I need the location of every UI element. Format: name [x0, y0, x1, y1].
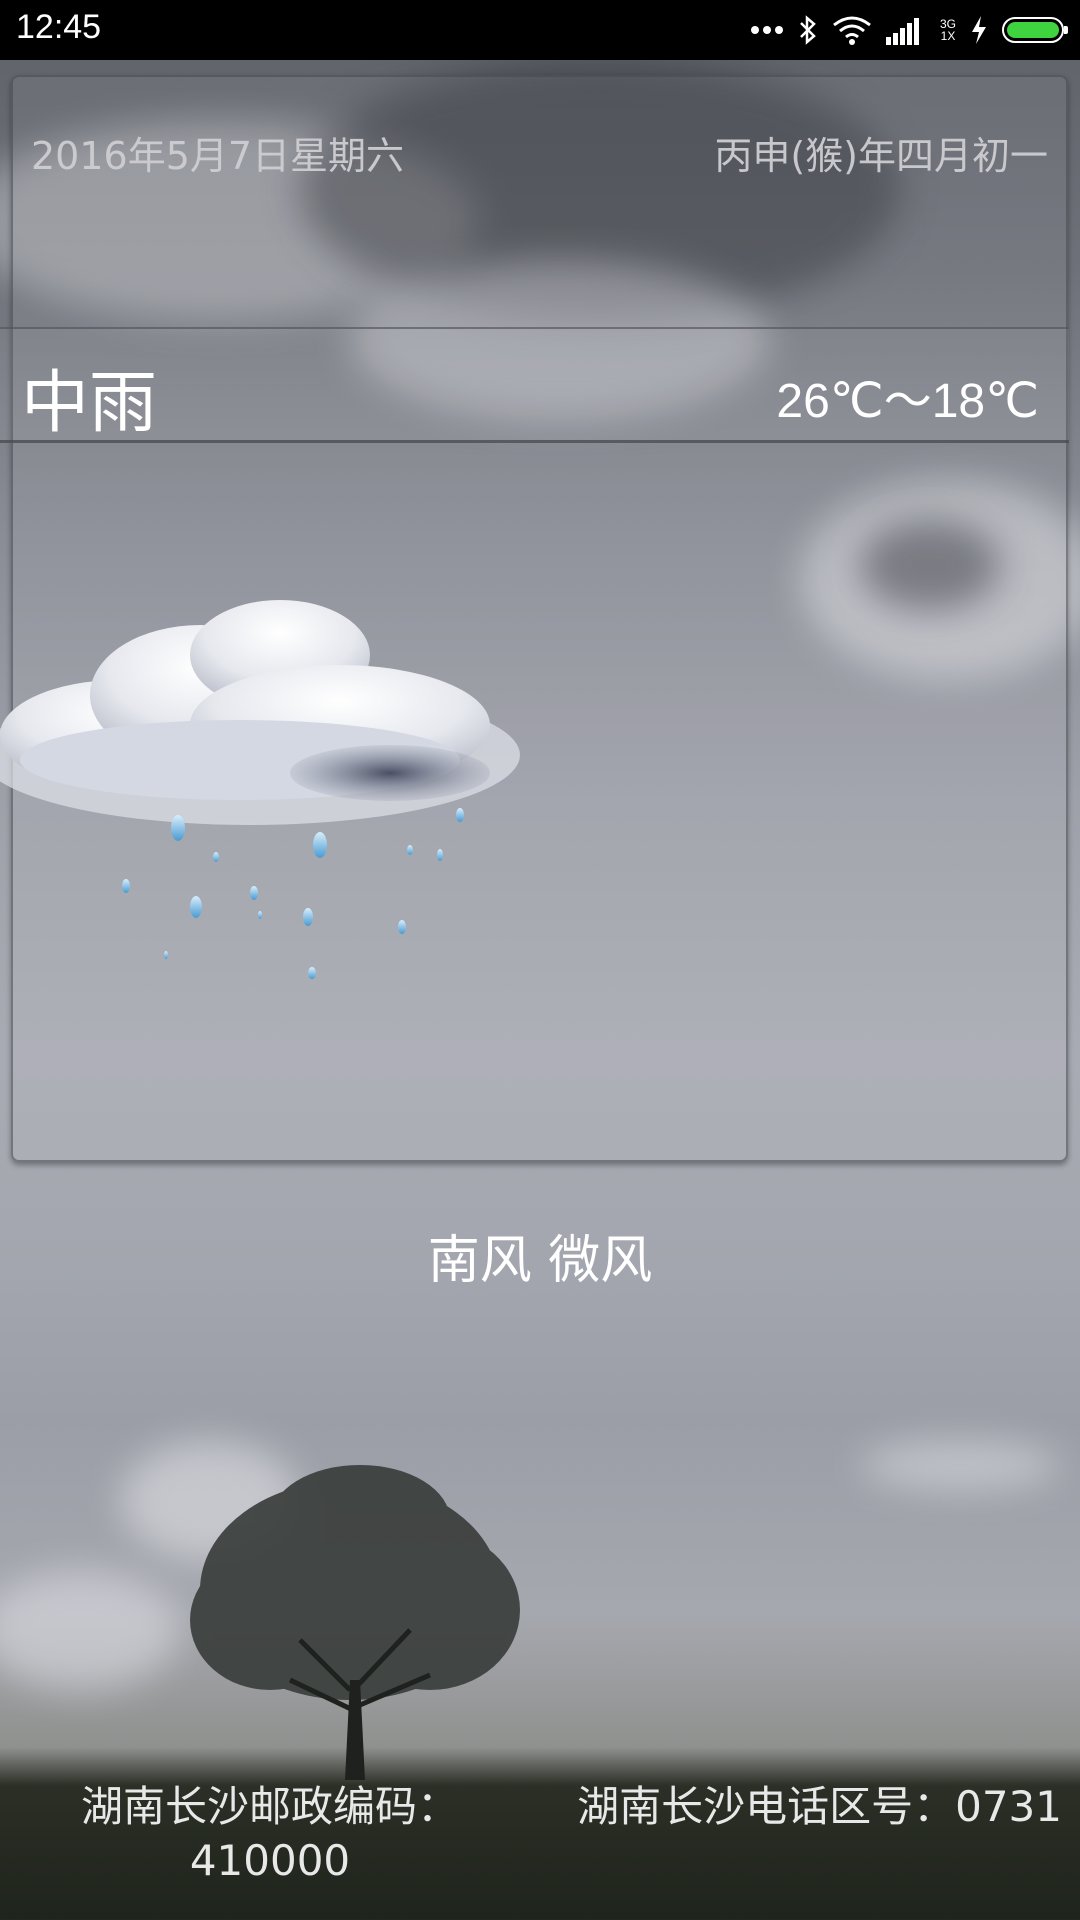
- network-type: 3G 1X: [940, 18, 956, 42]
- postal-code: 410000: [189, 1836, 351, 1885]
- gregorian-date: 2016年5月7日星期六: [31, 134, 405, 178]
- cloud-rain-icon: [0, 545, 560, 1005]
- bluetooth-icon: [798, 15, 818, 45]
- weather-condition: 中雨: [21, 364, 158, 443]
- signal-icon: [885, 15, 926, 45]
- weather-summary-row: 中雨 26℃～18℃: [0, 327, 1069, 443]
- tree-silhouette: [150, 1460, 550, 1780]
- postal-code-info: 湖南长沙邮政编码： 410000: [40, 1780, 500, 1888]
- status-icons: 3G 1X: [750, 10, 1068, 50]
- wind-info: 南风 微风: [427, 1231, 653, 1291]
- network-type-bottom: 1X: [940, 29, 956, 43]
- status-time: 12:45: [16, 8, 102, 46]
- charging-icon: [970, 15, 988, 45]
- battery-fill: [1007, 22, 1059, 38]
- area-code-info: 湖南长沙电话区号：0731: [577, 1782, 1062, 1831]
- more-dots-icon: [750, 25, 784, 35]
- status-bar: 12:45 3G 1X: [0, 0, 1080, 60]
- lunar-date: 丙申(猴)年四月初一: [714, 134, 1048, 178]
- wifi-icon: [832, 15, 872, 45]
- battery-icon: [1002, 17, 1068, 43]
- sky-cloud: [860, 1440, 1060, 1490]
- temperature-range: 26℃～18℃: [776, 375, 1039, 428]
- postal-label: 湖南长沙邮政编码：: [80, 1782, 459, 1831]
- footer: 湖南长沙邮政编码： 410000 湖南长沙电话区号：0731: [0, 1780, 1080, 1920]
